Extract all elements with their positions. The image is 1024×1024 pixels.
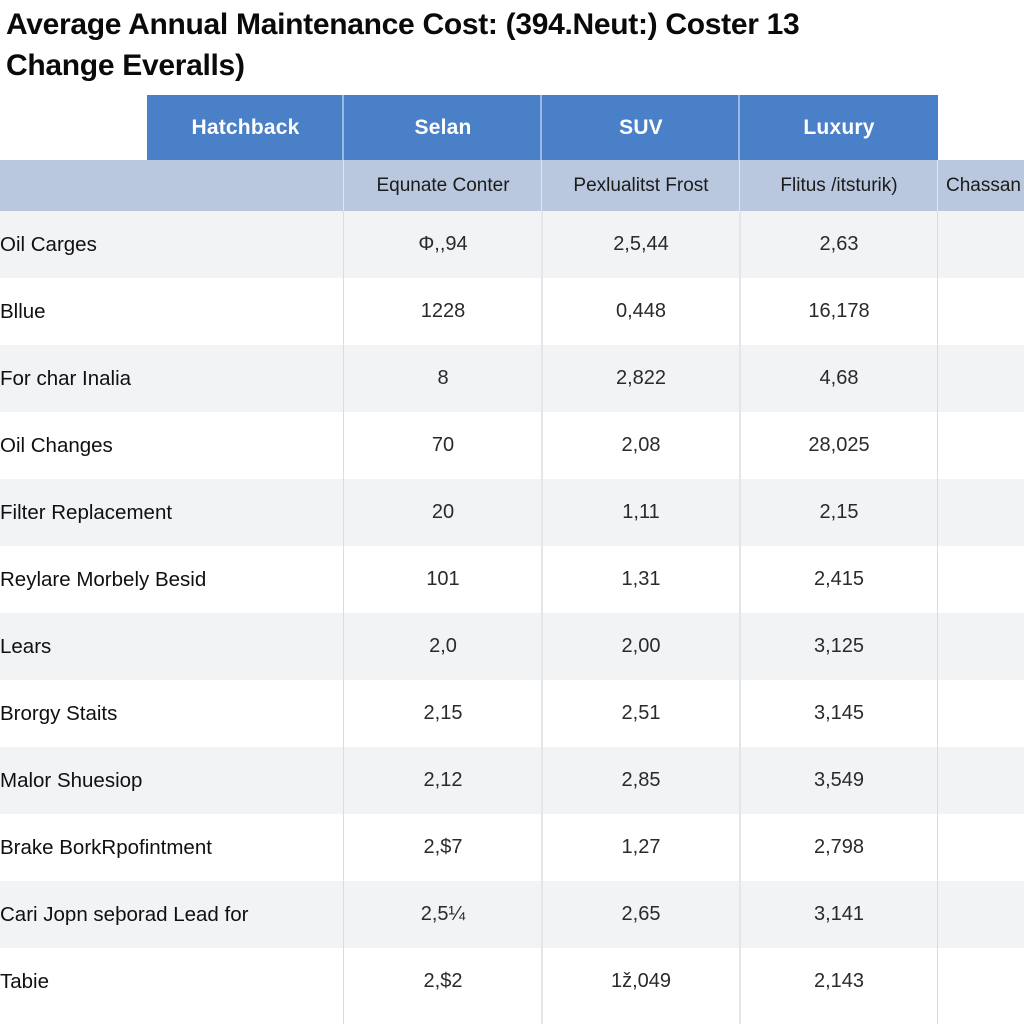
column-divider-1 [343, 211, 344, 1024]
row-value-overflow [938, 948, 1024, 1015]
table-row: Bllue 1228 0,448 16,178 [0, 278, 1024, 345]
column-header-luxury[interactable]: Luxury [740, 95, 938, 160]
row-value: Φ,,94 [418, 233, 468, 255]
table-row: Brorgy Staits 2,15 2,51 3,145 [0, 680, 1024, 747]
row-value-overflow [938, 680, 1024, 747]
row-value: 0,448 [615, 300, 667, 322]
row-value: 2,5,44 [613, 233, 669, 255]
page-title: Average Annual Maintenance Cost: (394.Ne… [6, 4, 866, 86]
row-value: 20 [431, 501, 455, 523]
row-value: 3,549 [813, 769, 865, 791]
row-label: For char Inalia [0, 366, 132, 390]
row-value: 1228 [420, 300, 466, 322]
row-value: 101 [426, 568, 460, 590]
row-value-overflow [938, 345, 1024, 412]
row-value: 2,15 [819, 501, 859, 523]
column-divider-4 [937, 211, 938, 1024]
row-value: 1ž,049 [610, 970, 672, 992]
row-value: 2,15 [423, 702, 463, 724]
row-value: 1,27 [621, 836, 661, 858]
data-table: Hatchback Selan SUV Luxury Equnate Conte… [0, 95, 1024, 1024]
row-label: Reylare Morbely Besid [0, 567, 207, 591]
column-divider-2 [541, 211, 543, 1024]
row-label: Cari Jopn seþorad Lead for [0, 902, 249, 926]
row-value: 2,798 [813, 836, 865, 858]
column-header-hatchback[interactable]: Hatchback [147, 95, 344, 160]
row-label: Brorgy Staits [0, 701, 118, 725]
row-label: Tabie [0, 969, 50, 993]
subheader-cell-1: Equnate Conter [344, 160, 542, 211]
row-value: 1,11 [622, 501, 660, 523]
row-value: 2,5¼ [420, 903, 466, 925]
row-value: 2,$2 [423, 970, 463, 992]
table-screenshot-page: Average Annual Maintenance Cost: (394.Ne… [0, 0, 1024, 1024]
row-value: 2,00 [621, 635, 661, 657]
row-label: Bllue [0, 299, 46, 323]
row-value: 3,145 [813, 702, 865, 724]
row-value-overflow [938, 479, 1024, 546]
row-value: 28,025 [808, 434, 870, 456]
column-header-selan[interactable]: Selan [344, 95, 542, 160]
row-label: Oil Carges [0, 232, 97, 256]
row-value: 3,141 [813, 903, 865, 925]
row-value-overflow [938, 881, 1024, 948]
row-value: 4,68 [819, 367, 859, 389]
table-subheader-row: Equnate Conter Pexlualitst Frost Flitus … [0, 160, 1024, 211]
row-value: 2,$7 [423, 836, 463, 858]
row-value-overflow [938, 747, 1024, 814]
row-value: 1,31 [621, 568, 661, 590]
row-value-overflow [938, 278, 1024, 345]
row-value-overflow [938, 412, 1024, 479]
row-label: Lears [0, 634, 52, 658]
row-value: 2,51 [621, 702, 661, 724]
table-row: Malor Shuesiop 2,12 2,85 3,549 [0, 747, 1024, 814]
column-header-suv[interactable]: SUV [542, 95, 740, 160]
row-value: 2,143 [813, 970, 865, 992]
page-title-text: Average Annual Maintenance Cost: (394.Ne… [6, 8, 800, 82]
table-row: Oil Carges Φ,,94 2,5,44 2,63 [0, 211, 1024, 278]
row-value-overflow [938, 546, 1024, 613]
row-value-overflow [938, 211, 1024, 278]
row-label: Malor Shuesiop [0, 768, 143, 792]
subheader-cell-0 [0, 160, 344, 211]
row-value: 2,85 [621, 769, 661, 791]
table-row: Filter Replacement 20 1,11 2,15 [0, 479, 1024, 546]
row-value: 2,63 [819, 233, 859, 255]
row-value: 16,178 [808, 300, 870, 322]
row-value: 2,65 [621, 903, 661, 925]
header-corner-spacer [0, 95, 147, 160]
table-row: Lears 2,0 2,00 3,125 [0, 613, 1024, 680]
table-row: Tabie 2,$2 1ž,049 2,143 [0, 948, 1024, 1015]
table-header-row: Hatchback Selan SUV Luxury [0, 95, 1024, 160]
table-body: Oil Carges Φ,,94 2,5,44 2,63 Bllue 1228 0,448 1… [0, 211, 1024, 1024]
table-row: Reylare Morbely Besid 101 1,31 2,415 [0, 546, 1024, 613]
table-row: For char Inalia 8 2,822 4,68 [0, 345, 1024, 412]
header-right-spacer [938, 95, 1024, 160]
table-row: Cari Jopn seþorad Lead for 2,5¼ 2,65 3,141 [0, 881, 1024, 948]
subheader-cell-4: Chassan [938, 160, 1024, 211]
row-label: Brake BorkRpofintment [0, 835, 212, 859]
row-value: 3,125 [813, 635, 865, 657]
table-row: Oil Changes 70 2,08 28,025 [0, 412, 1024, 479]
row-value: 2,12 [423, 769, 463, 791]
row-value: 2,822 [615, 367, 667, 389]
row-value: 2,415 [813, 568, 865, 590]
subheader-cell-3: Flitus /itsturik) [740, 160, 938, 211]
column-divider-3 [739, 211, 741, 1024]
row-value-overflow [938, 613, 1024, 680]
row-value: 2,08 [621, 434, 661, 456]
row-value-overflow [938, 814, 1024, 881]
row-value: 70 [431, 434, 455, 456]
row-value: 2,0 [429, 635, 457, 657]
row-label: Oil Changes [0, 433, 113, 457]
row-label: Filter Replacement [0, 500, 173, 524]
table-row: Brake BorkRpofintment 2,$7 1,27 2,798 [0, 814, 1024, 881]
row-value: 8 [437, 367, 449, 389]
subheader-cell-2: Pexlualitst Frost [542, 160, 740, 211]
